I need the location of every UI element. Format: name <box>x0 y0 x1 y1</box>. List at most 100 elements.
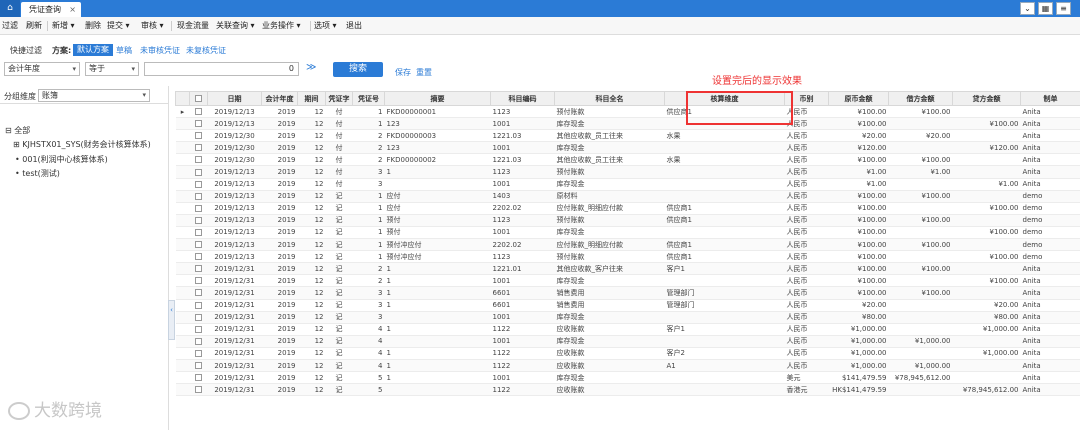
row-checkbox-cell[interactable] <box>189 250 208 264</box>
scheme-unreviewed[interactable]: 未复核凭证 <box>186 45 226 56</box>
home-icon[interactable]: ⌂ <box>0 0 20 17</box>
row-checkbox[interactable] <box>195 132 202 140</box>
menu-options[interactable]: 选项 ▾ <box>314 17 337 35</box>
scheme-unaudited[interactable]: 未审核凭证 <box>140 45 180 56</box>
column-header[interactable]: 凭证字 <box>325 91 353 106</box>
table-row[interactable]: 2019/12/13 2019 12 记 1 预付 1001 库存现金 人民币 ¥100.00 ¥1… <box>175 226 1080 240</box>
row-checkbox[interactable] <box>195 241 202 249</box>
menu-exit[interactable]: 退出 <box>346 17 362 35</box>
collapse-icon[interactable]: ⊟ <box>5 126 12 135</box>
column-header[interactable]: 摘要 <box>384 91 491 106</box>
column-header[interactable] <box>175 91 190 106</box>
filter-operator-select[interactable]: 等于 ▾ <box>85 62 139 76</box>
row-checkbox[interactable] <box>195 253 202 261</box>
row-checkbox-cell[interactable] <box>189 262 208 276</box>
column-header[interactable]: 会计年度 <box>261 91 298 106</box>
row-checkbox[interactable] <box>195 374 202 382</box>
menu-delete[interactable]: 删除 <box>85 17 101 35</box>
table-row[interactable]: 2019/12/31 2019 12 记 2 1 1001 库存现金 人民币 ¥100.00 ¥10… <box>175 274 1080 288</box>
row-checkbox-cell[interactable] <box>189 153 208 167</box>
column-header[interactable]: 科目全名 <box>554 91 665 106</box>
row-checkbox-cell[interactable] <box>189 165 208 179</box>
row-checkbox[interactable] <box>195 313 202 321</box>
table-row[interactable]: 2019/12/31 2019 12 记 2 1 1221.01 其他应收款_客户往来 客户1 人… <box>175 262 1080 276</box>
table-row[interactable]: 2019/12/31 2019 12 记 4 1 1122 应收账款 客户1 人民币 ¥1,000.… <box>175 323 1080 336</box>
row-checkbox[interactable] <box>195 192 202 200</box>
row-checkbox[interactable] <box>195 180 202 188</box>
table-row[interactable]: 2019/12/13 2019 12 付 1 123 1001 库存现金 人民币 ¥100.00 ¥… <box>175 117 1080 131</box>
table-row[interactable]: 2019/12/13 2019 12 记 1 预付 1123 预付账款 供应商1 人民币 ¥100.… <box>175 214 1080 227</box>
select-all-checkbox[interactable] <box>195 95 202 102</box>
row-checkbox[interactable] <box>195 228 202 236</box>
row-checkbox[interactable] <box>195 144 202 152</box>
table-row[interactable]: 2019/12/13 2019 12 付 3 1 1123 预付账款 人民币 ¥1.00 ¥1.00… <box>175 165 1080 179</box>
row-checkbox[interactable] <box>195 120 202 128</box>
filter-field-select[interactable]: 会计年度 ▾ <box>4 62 80 76</box>
table-row[interactable]: 2019/12/30 2019 12 付 2 FKD00000003 1221.03 其他应收… <box>175 129 1080 143</box>
row-checkbox[interactable] <box>195 337 202 345</box>
row-checkbox-cell[interactable] <box>189 335 208 348</box>
menu-new[interactable]: 新增 ▾ <box>52 17 75 35</box>
column-header[interactable]: 制单 <box>1020 91 1080 106</box>
column-header[interactable]: 原币金额 <box>828 91 889 106</box>
column-header[interactable]: 借方金额 <box>888 91 953 106</box>
row-checkbox-cell[interactable] <box>189 311 208 324</box>
expand-icon[interactable]: ≫ <box>306 62 316 73</box>
table-row[interactable]: 2019/12/13 2019 12 记 1 预付冲应付 2202.02 应付账款_明细应付款… <box>175 238 1080 252</box>
row-checkbox-cell[interactable] <box>189 105 208 119</box>
menu-cash-flow[interactable]: 现金流量 <box>177 17 209 35</box>
row-checkbox-cell[interactable] <box>189 371 208 385</box>
column-header[interactable]: 期间 <box>297 91 326 106</box>
row-checkbox-cell[interactable] <box>189 141 208 155</box>
tree-node-all[interactable]: ⊟ 全部 <box>5 125 30 136</box>
reset-link[interactable]: 重置 <box>416 67 432 78</box>
menu-submit[interactable]: 提交 ▾ <box>107 17 130 35</box>
table-row[interactable]: 2019/12/31 2019 12 记 4 1 1122 应收账款 A1 人民币 ¥1,000.0… <box>175 359 1080 373</box>
search-button[interactable]: 搜索 <box>333 62 383 77</box>
row-checkbox[interactable] <box>195 216 202 224</box>
table-row[interactable]: 2019/12/31 2019 12 记 4 1001 库存现金 人民币 ¥1,000.00 ¥1… <box>175 335 1080 348</box>
row-checkbox[interactable] <box>195 156 202 164</box>
row-checkbox-cell[interactable] <box>189 347 208 360</box>
collapse-panel-handle[interactable]: ‹ <box>168 300 175 340</box>
column-header[interactable]: 日期 <box>207 91 262 106</box>
table-row[interactable]: 2019/12/31 2019 12 记 3 1001 库存现金 人民币 ¥80.00 ¥80.0… <box>175 311 1080 324</box>
table-row[interactable]: 2019/12/30 2019 12 付 2 FKD00000002 1221.03 其他应收… <box>175 153 1080 167</box>
table-row[interactable]: 2019/12/31 2019 12 记 3 1 6601 销售费用 管理部门 人民币 ¥20.00… <box>175 299 1080 312</box>
row-checkbox-cell[interactable] <box>189 286 208 300</box>
grid-icon[interactable]: ▦ <box>1038 2 1053 15</box>
table-row[interactable]: 2019/12/13 2019 12 记 1 预付冲应付 1123 预付账款 供应商1 人民币 ¥1… <box>175 250 1080 264</box>
row-checkbox[interactable] <box>195 349 202 357</box>
row-checkbox-cell[interactable] <box>189 359 208 373</box>
row-checkbox[interactable] <box>195 386 202 394</box>
tree-node-001[interactable]: • 001(利润中心核算体系) <box>15 154 108 165</box>
row-checkbox[interactable] <box>195 277 202 285</box>
tree-node-test[interactable]: • test(测试) <box>15 168 60 179</box>
row-checkbox-cell[interactable] <box>189 299 208 312</box>
column-header[interactable]: 核算维度 <box>664 91 785 106</box>
table-row[interactable]: 2019/12/30 2019 12 付 2 123 1001 库存现金 人民币 ¥120.00 ¥… <box>175 141 1080 155</box>
table-row[interactable]: 2019/12/31 2019 12 记 3 1 6601 销售费用 管理部门 人民币 ¥100.0… <box>175 286 1080 300</box>
row-checkbox[interactable] <box>195 265 202 273</box>
group-dimension-select[interactable]: 账簿 ▾ <box>38 89 150 102</box>
expand-icon[interactable]: ⊞ <box>13 140 20 149</box>
column-header[interactable]: 贷方金额 <box>952 91 1021 106</box>
table-row[interactable]: 2019/12/13 2019 12 记 1 应付 1403 原材料 人民币 ¥100.00 ¥10… <box>175 190 1080 203</box>
column-header[interactable]: 科目编码 <box>490 91 555 106</box>
row-checkbox-cell[interactable] <box>189 129 208 143</box>
select-all-checkbox-cell[interactable] <box>189 91 208 106</box>
table-row[interactable]: 2019/12/31 2019 12 记 5 1122 应收账款 香港元 HK$141,479.… <box>175 383 1080 397</box>
column-header[interactable]: 凭证号 <box>352 91 385 106</box>
tab-voucher-query[interactable]: 凭证查询 × <box>21 2 81 17</box>
row-checkbox-cell[interactable] <box>189 238 208 252</box>
row-checkbox[interactable] <box>195 325 202 333</box>
close-icon[interactable]: × <box>69 2 76 17</box>
row-checkbox[interactable] <box>195 289 202 297</box>
table-row[interactable]: 2019/12/31 2019 12 记 5 1 1001 库存现金 美元 $141,479.59… <box>175 371 1080 385</box>
table-row[interactable]: ▸ 2019/12/13 2019 12 付 1 FKD00000001 1123 预付账款 供应… <box>175 105 1080 119</box>
table-row[interactable]: 2019/12/13 2019 12 记 1 应付 2202.02 应付账款_明细应付款 供应商… <box>175 202 1080 215</box>
row-checkbox-cell[interactable] <box>189 383 208 397</box>
row-checkbox[interactable] <box>195 362 202 370</box>
row-checkbox-cell[interactable] <box>189 117 208 131</box>
filter-value-input[interactable]: 0 <box>144 62 299 76</box>
